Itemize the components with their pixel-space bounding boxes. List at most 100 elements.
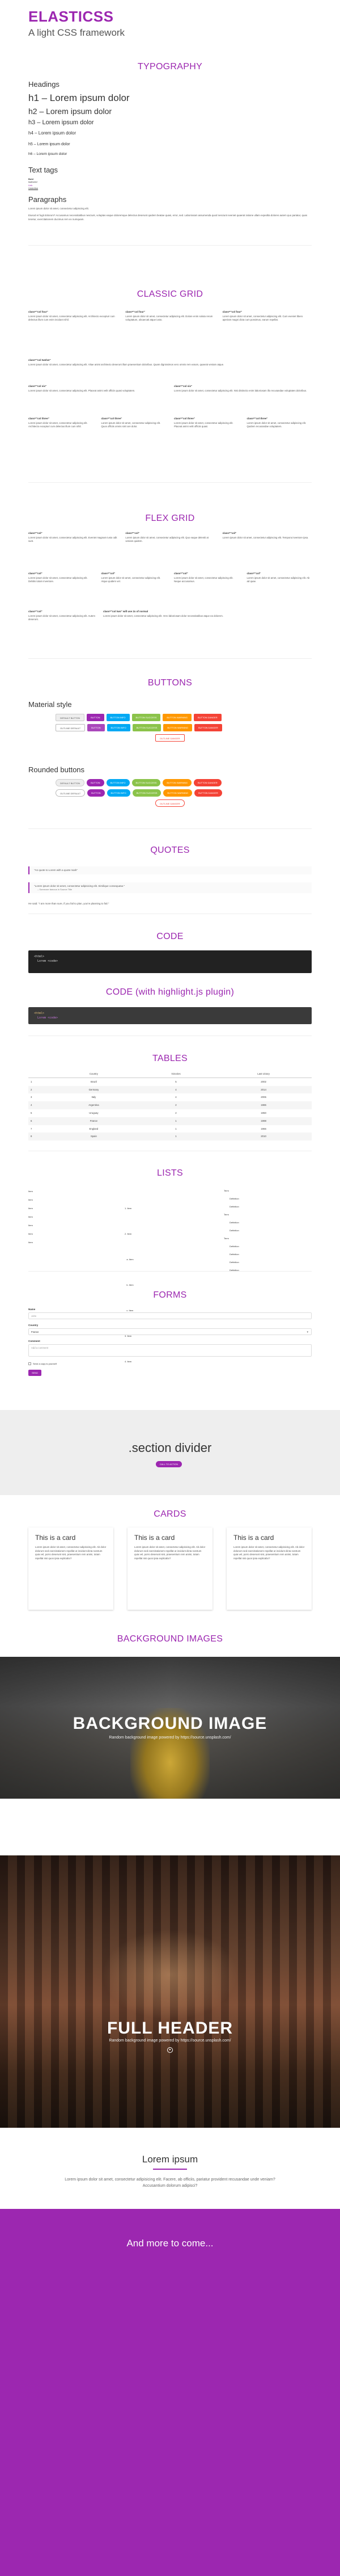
grid-col-text: Lorem ipsum dolor sit amet, consectetur … (101, 576, 161, 583)
success-button[interactable]: Button success (131, 779, 161, 786)
rounded-buttons-label: Rounded buttons (28, 765, 85, 774)
lorem-section-title: Lorem ipsum (142, 2154, 198, 2165)
section-divider-title: .section divider (128, 1441, 212, 1455)
data-table: Country Victories Last victory 1 Brazil 5 2… (28, 1071, 312, 1141)
full-header: FULL HEADER Random background image powe… (0, 1855, 340, 2128)
table-row: 4 Argentina 2 1986 (28, 1101, 312, 1109)
table-cell: 5 (31, 1111, 32, 1114)
paragraphs-label: Paragraphs (28, 195, 67, 204)
definition-term: Term (224, 1213, 229, 1216)
table-cell: Uruguay (89, 1111, 99, 1114)
primary-button[interactable]: Button (87, 789, 105, 797)
comment-label: Comment (28, 1340, 40, 1343)
info-button[interactable]: Button info (106, 779, 130, 786)
primary-button[interactable]: Button (87, 779, 104, 786)
section-divider: .section divider Call to action (0, 1410, 340, 1495)
copy-checkbox[interactable] (28, 1362, 31, 1366)
warning-button[interactable]: Button warning (163, 779, 192, 786)
code-line: Lorem <code> (34, 1016, 58, 1020)
full-header-subtitle: Random background image powered by https… (109, 2039, 231, 2043)
send-button[interactable]: Send (28, 1369, 42, 1376)
chevron-down-icon[interactable]: ▾ (167, 2047, 173, 2053)
code-line: <html> (34, 1012, 45, 1015)
grid-col-text: Lorem ipsum dolor sit amet, consectetur … (246, 422, 307, 428)
success-button[interactable]: Button success (132, 789, 162, 797)
quote-1: "An quote to Lorem with a quote mark" (28, 866, 312, 875)
card-title: This is a card (233, 1534, 274, 1542)
success-button[interactable]: Button success (131, 714, 161, 721)
danger-button[interactable]: Button danger (194, 779, 222, 786)
table-cell: 4 (28, 1101, 51, 1109)
lists-title: LISTS (157, 1168, 183, 1178)
table-row: 5 Uruguay 2 1950 (28, 1109, 312, 1117)
flex-col: class="col" Lorem ipsum dolor sit amet, c… (125, 532, 214, 544)
name-input[interactable]: John (28, 1312, 312, 1320)
h3-sample: h3 – Lorem ipsum dolor (28, 119, 94, 127)
table-cell: 7 (31, 1127, 32, 1130)
paragraph-1: Lorem ipsum dolor sit amet, consectetur … (28, 207, 89, 210)
list-item: Item (28, 1232, 33, 1235)
flex-grid-row-1: class="col" Lorem ipsum dolor sit amet, c… (28, 532, 312, 544)
info-button[interactable]: Button info (107, 789, 130, 797)
primary-button[interactable]: Button (87, 714, 104, 721)
table-cell: 2002 (261, 1080, 266, 1083)
quotes-title: QUOTES (150, 845, 190, 855)
tagline: A light CSS framework (28, 27, 125, 38)
outline-danger-button[interactable]: Outline danger (155, 799, 185, 807)
table-row: 6 France 1 1998 (28, 1117, 312, 1125)
warning-button[interactable]: Button warning (163, 724, 193, 731)
table-cell: 6 (28, 1117, 51, 1125)
outline-default-button[interactable]: Outline default (56, 724, 86, 731)
success-button[interactable]: Button success (132, 724, 162, 731)
grid-col-label: class="col six" (28, 385, 47, 388)
grid-col-text: Lorem ipsum dolor sit amet, consectetur … (28, 576, 88, 583)
inline-quote: He said: "I am more than sure, if you fa… (28, 902, 109, 905)
grid-col-six: class="col six" Lorem ipsum dolor sit ame… (174, 385, 312, 393)
card: This is a card Lorem ipsum dolor sit amet… (227, 1527, 312, 1610)
comment-textarea[interactable]: Add a comment (28, 1344, 312, 1357)
country-select[interactable]: France ▾ (28, 1328, 312, 1336)
table-cell: 1 (136, 1133, 216, 1141)
table-row: 2 Germany 4 2014 (28, 1085, 312, 1094)
call-to-action-button[interactable]: Call to action (155, 1460, 182, 1467)
forms-title: FORMS (153, 1290, 187, 1300)
danger-button[interactable]: Button danger (194, 714, 222, 721)
classic-grid-row-1: class="col four" Lorem ipsum dolor sit am… (28, 310, 312, 322)
grid-col-four: class="col four" Lorem ipsum dolor sit am… (28, 310, 117, 322)
outline-default-button[interactable]: Outline default (56, 789, 86, 797)
outline-danger-button[interactable]: Outline danger (155, 734, 185, 742)
warning-button[interactable]: Button warning (163, 789, 193, 797)
name-label: Name (28, 1308, 36, 1311)
definition: Definition (230, 1245, 239, 1248)
list-item: Item (28, 1215, 33, 1218)
list-item: Item (28, 1224, 33, 1227)
danger-button[interactable]: Button danger (194, 789, 222, 797)
default-button[interactable]: Default button (56, 779, 85, 786)
flex-col: class="col" Lorem ipsum dolor sit amet, c… (28, 572, 94, 584)
table-row: 7 England 1 1966 (28, 1125, 312, 1133)
flex-col-two: class="col two" will use 2x of normal Lor… (103, 610, 237, 622)
default-button[interactable]: Default button (56, 714, 85, 721)
flex-col: class="col" Lorem ipsum dolor sit amet, c… (247, 572, 312, 584)
grid-col-text: Lorem ipsum dolor sit amet, consectetur … (174, 576, 233, 583)
definition-list: Term Definition Definition Term Definiti… (224, 1187, 309, 1274)
info-button[interactable]: Button info (107, 724, 130, 731)
divider (28, 482, 312, 483)
table-header: Victories (136, 1071, 216, 1078)
info-button[interactable]: Button info (106, 714, 130, 721)
primary-button[interactable]: Button (87, 724, 105, 731)
lorem-section-text: Lorem ipsum dolor sit amet, consectetur … (65, 2178, 275, 2188)
code-line: <html> (34, 955, 45, 958)
grid-col-three: class="col three" Lorem ipsum dolor sit a… (28, 417, 94, 429)
card: This is a card Lorem ipsum dolor sit amet… (128, 1527, 212, 1610)
grid-col-text: Lorem ipsum dolor sit amet, consectetur … (28, 614, 95, 621)
danger-button[interactable]: Button danger (194, 724, 222, 731)
contact-form: Name John Country France ▾ Comment Add a… (28, 1308, 312, 1379)
table-cell: 2 (136, 1101, 216, 1109)
grid-col-label: class="col" (246, 572, 261, 575)
background-image-hero: BACKGROUND IMAGE Random background image… (0, 1657, 340, 1799)
material-style-label: Material style (28, 700, 72, 709)
table-cell: Germany (51, 1085, 137, 1094)
warning-button[interactable]: Button warning (163, 714, 192, 721)
footer-text: And more to come... (126, 2238, 214, 2249)
